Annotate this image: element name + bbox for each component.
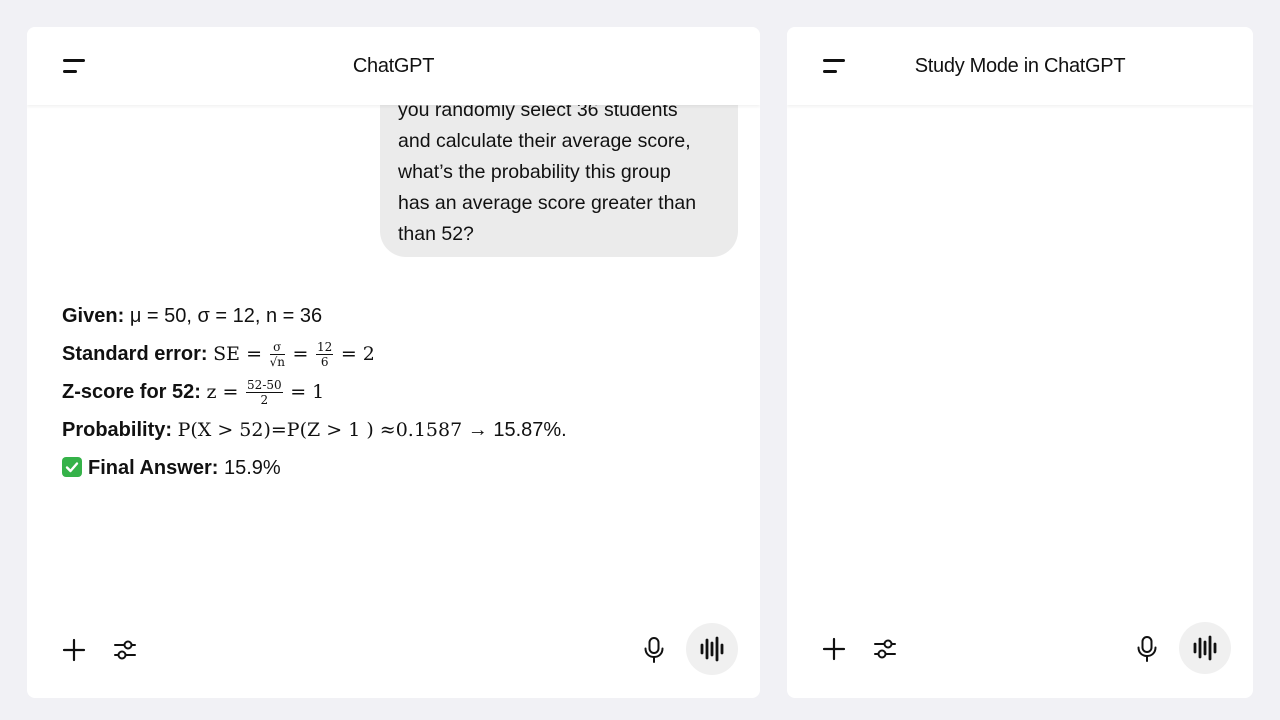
plus-icon[interactable]	[61, 637, 87, 663]
page-title: Study Mode in ChatGPT	[914, 55, 1126, 77]
given-label: Given:	[62, 305, 125, 327]
se-label: Standard error:	[62, 343, 208, 365]
user-message-line: what’s the probability this group	[398, 161, 671, 183]
z-result: = 1	[290, 381, 325, 403]
se-frac2-den: 6	[320, 355, 329, 370]
standard-error-row: Standard error: SE = σ √n = 12 6 = 2	[62, 339, 375, 369]
z-score-row: Z-score for 52: z = 52-50 2 = 1	[62, 377, 324, 407]
given-value: μ = 50, σ = 12, n = 36	[129, 305, 323, 327]
microphone-icon[interactable]	[641, 636, 667, 664]
z-fraction: 52-50 2	[246, 378, 283, 407]
check-mark-icon	[62, 457, 82, 477]
microphone-icon[interactable]	[1134, 635, 1160, 663]
sliders-icon[interactable]	[872, 636, 898, 662]
chat-header: ChatGPT	[27, 27, 760, 105]
user-message-line: has an average score greater than	[398, 192, 697, 214]
plus-icon[interactable]	[821, 636, 847, 662]
chat-header: Study Mode in ChatGPT	[787, 27, 1253, 105]
se-fraction-1: σ √n	[269, 340, 285, 370]
probability-row: Probability: P(X > 52)=P(Z > 1 ) ≈0.1587…	[62, 415, 567, 445]
prob-tail: → 15.87%.	[462, 419, 567, 441]
final-value: 15.9%	[223, 457, 281, 479]
prob-label: Probability:	[62, 419, 173, 441]
final-answer-row: Final Answer: 15.9%	[62, 453, 281, 483]
prob-math: P(X > 52)=P(Z > 1 ) ≈0.1587	[177, 419, 463, 441]
z-lhs: z =	[206, 381, 239, 403]
se-lhs: SE =	[213, 343, 263, 365]
se-fraction-2: 12 6	[316, 340, 334, 370]
z-frac-den: 2	[260, 393, 269, 408]
chat-panel-left: ChatGPT you randomly select 36 students …	[27, 27, 760, 698]
se-frac1-num: σ	[269, 340, 285, 356]
user-message-line: than 52?	[398, 223, 474, 245]
voice-waveform-icon[interactable]	[1179, 622, 1231, 674]
se-frac2-num: 12	[316, 340, 334, 356]
z-frac-num: 52-50	[246, 378, 283, 394]
z-label: Z-score for 52:	[62, 381, 201, 403]
page-title: ChatGPT	[352, 55, 435, 77]
given-row: Given: μ = 50, σ = 12, n = 36	[62, 301, 322, 331]
chat-panel-right: Study Mode in ChatGPT	[787, 27, 1253, 698]
voice-waveform-icon[interactable]	[686, 623, 738, 675]
se-eq: =	[292, 343, 309, 365]
se-frac1-den: √n	[269, 355, 285, 370]
final-label: Final Answer:	[88, 457, 219, 479]
se-result: = 2	[340, 343, 375, 365]
user-message-line: and calculate their average score,	[398, 130, 691, 152]
sliders-icon[interactable]	[112, 637, 138, 663]
